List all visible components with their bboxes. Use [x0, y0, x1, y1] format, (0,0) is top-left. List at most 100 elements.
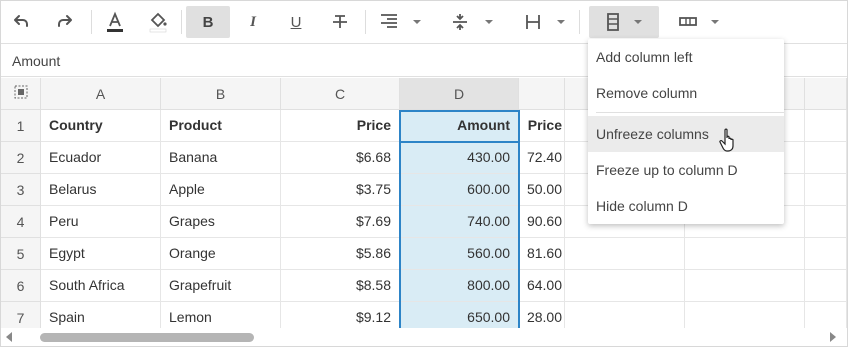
column-header-e[interactable] [519, 78, 565, 110]
toolbar-separator [91, 10, 92, 34]
vertical-align-dropdown-icon[interactable] [485, 20, 493, 24]
table-cell[interactable]: Apple [161, 174, 281, 206]
table-cell[interactable]: $5.86 [281, 238, 400, 270]
table-cell[interactable]: Product [161, 110, 281, 142]
column-width-button[interactable] [519, 6, 547, 38]
menu-item-freeze-up-to-column-d[interactable]: Freeze up to column D [588, 152, 784, 188]
table-cell[interactable] [685, 302, 805, 328]
bold-button[interactable]: B [186, 6, 230, 38]
row-header-2[interactable]: 2 [1, 142, 41, 174]
menu-item-unfreeze-columns[interactable]: Unfreeze columns [588, 116, 784, 152]
merge-cells-icon [678, 15, 698, 29]
table-cell[interactable] [805, 302, 847, 328]
table-cell[interactable]: 81.60 [519, 238, 565, 270]
row-header-6[interactable]: 6 [1, 270, 41, 302]
horizontal-scrollbar[interactable] [1, 328, 847, 346]
merge-dropdown-icon[interactable] [711, 20, 719, 24]
table-cell[interactable] [685, 270, 805, 302]
table-cell[interactable]: Egypt [41, 238, 161, 270]
column-header-h[interactable] [805, 78, 847, 110]
toolbar: B I U [1, 1, 847, 44]
table-cell[interactable] [805, 206, 847, 238]
table-cell[interactable]: Banana [161, 142, 281, 174]
menu-item-remove-column[interactable]: Remove column [588, 75, 784, 111]
row-header-5[interactable]: 5 [1, 238, 41, 270]
table-cell[interactable]: Price [281, 110, 400, 142]
underline-icon: U [290, 13, 302, 31]
row-header-4[interactable]: 4 [1, 206, 41, 238]
menu-item-hide-column-d[interactable]: Hide column D [588, 188, 784, 224]
redo-icon [55, 12, 75, 32]
scroll-right-icon[interactable] [830, 332, 836, 342]
column-width-icon [524, 13, 542, 31]
table-cell[interactable]: $6.68 [281, 142, 400, 174]
align-button[interactable] [375, 6, 403, 38]
freeze-dropdown-icon [634, 20, 642, 24]
menu-item-add-column-left[interactable]: Add column left [588, 39, 784, 75]
table-cell[interactable]: 740.00 [400, 206, 519, 238]
table-cell[interactable]: Belarus [41, 174, 161, 206]
table-cell[interactable]: 72.40 [519, 142, 565, 174]
table-cell[interactable]: 560.00 [400, 238, 519, 270]
strikethrough-button[interactable] [326, 6, 354, 38]
freeze-column-button[interactable] [589, 6, 659, 38]
row-header-7[interactable]: 7 [1, 302, 41, 328]
table-cell[interactable] [805, 142, 847, 174]
table-cell[interactable]: $9.12 [281, 302, 400, 328]
text-color-icon [105, 11, 125, 33]
table-cell[interactable] [805, 174, 847, 206]
table-cell[interactable]: Grapefruit [161, 270, 281, 302]
text-color-button[interactable] [101, 6, 129, 38]
freeze-column-icon [605, 12, 621, 32]
table-cell[interactable]: Price [519, 110, 565, 142]
table-cell[interactable]: 28.00 [519, 302, 565, 328]
table-cell[interactable] [565, 270, 685, 302]
redo-button[interactable] [51, 6, 79, 38]
table-cell[interactable]: Spain [41, 302, 161, 328]
scrollbar-thumb[interactable] [40, 333, 254, 342]
column-header-a[interactable]: A [41, 78, 161, 110]
table-cell[interactable]: 50.00 [519, 174, 565, 206]
align-dropdown-icon[interactable] [413, 20, 421, 24]
table-cell[interactable]: 90.60 [519, 206, 565, 238]
table-cell[interactable]: Ecuador [41, 142, 161, 174]
table-cell[interactable]: South Africa [41, 270, 161, 302]
undo-button[interactable] [7, 6, 35, 38]
table-cell[interactable] [685, 238, 805, 270]
table-cell[interactable]: 64.00 [519, 270, 565, 302]
fill-color-button[interactable] [144, 6, 172, 38]
column-header-b[interactable]: B [161, 78, 281, 110]
table-cell[interactable]: Country [41, 110, 161, 142]
table-cell[interactable] [805, 238, 847, 270]
row-header-3[interactable]: 3 [1, 174, 41, 206]
table-cell[interactable]: $8.58 [281, 270, 400, 302]
table-cell[interactable]: Amount [400, 110, 519, 142]
column-header-d[interactable]: D [400, 78, 519, 110]
table-cell[interactable]: Peru [41, 206, 161, 238]
table-cell[interactable]: 430.00 [400, 142, 519, 174]
table-cell[interactable]: 600.00 [400, 174, 519, 206]
table-cell[interactable] [565, 238, 685, 270]
vertical-align-button[interactable] [446, 6, 474, 38]
hand-cursor-icon [719, 128, 737, 155]
row-header-1[interactable]: 1 [1, 110, 41, 142]
align-right-icon [379, 13, 399, 31]
column-width-dropdown-icon[interactable] [557, 20, 565, 24]
table-cell[interactable]: 650.00 [400, 302, 519, 328]
undo-icon [11, 12, 31, 32]
table-cell[interactable] [805, 270, 847, 302]
scroll-left-icon[interactable] [6, 332, 12, 342]
table-cell[interactable]: $3.75 [281, 174, 400, 206]
table-cell[interactable] [565, 302, 685, 328]
table-cell[interactable]: Orange [161, 238, 281, 270]
table-cell[interactable]: 800.00 [400, 270, 519, 302]
table-cell[interactable] [805, 110, 847, 142]
italic-button[interactable]: I [239, 6, 267, 38]
underline-button[interactable]: U [282, 6, 310, 38]
table-cell[interactable]: $7.69 [281, 206, 400, 238]
merge-cells-button[interactable] [674, 6, 702, 38]
column-header-c[interactable]: C [281, 78, 400, 110]
table-cell[interactable]: Grapes [161, 206, 281, 238]
table-cell[interactable]: Lemon [161, 302, 281, 328]
select-all-button[interactable] [1, 78, 41, 110]
